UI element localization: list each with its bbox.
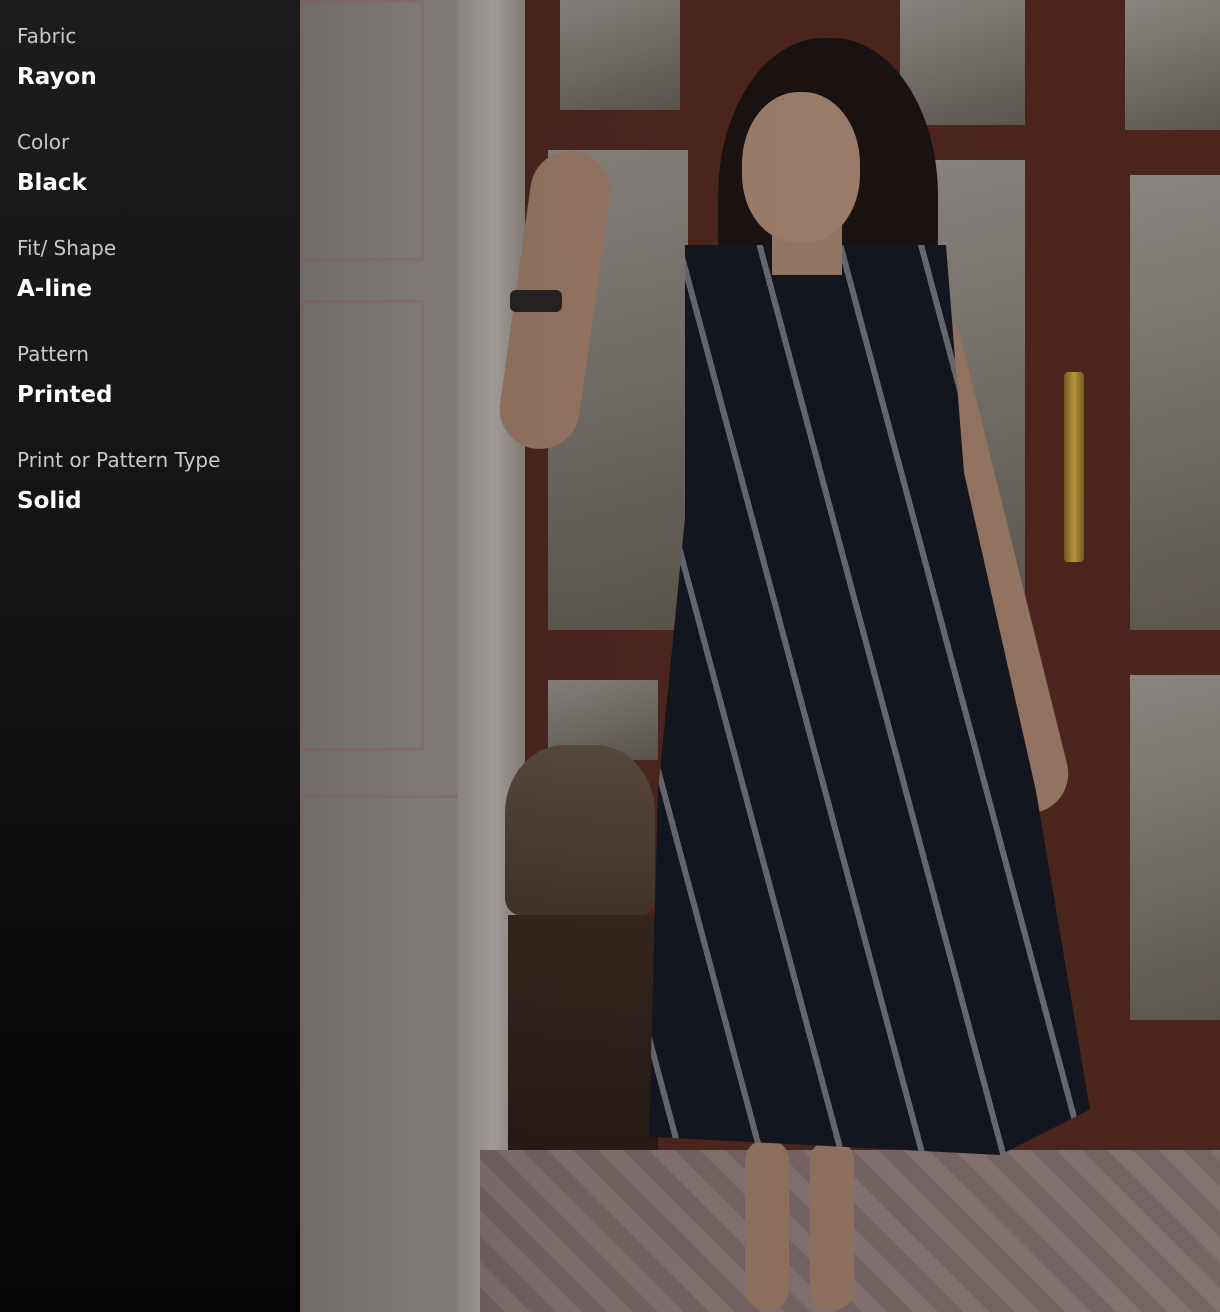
- attribute-fit-shape: Fit/ Shape A-line: [17, 234, 287, 340]
- attribute-label: Pattern: [17, 342, 89, 366]
- attribute-label: Fit/ Shape: [17, 236, 117, 260]
- attribute-value: A-line: [17, 276, 93, 302]
- attribute-value: Printed: [17, 382, 113, 408]
- attribute-label: Color: [17, 130, 70, 154]
- attribute-pattern: Pattern Printed: [17, 340, 287, 446]
- image-dim-overlay: [300, 0, 1220, 1312]
- product-detail-view: Fabric Rayon Color Black Fit/ Shape A-li…: [0, 0, 1220, 1312]
- attribute-value: Solid: [17, 488, 82, 514]
- attribute-fabric: Fabric Rayon: [17, 22, 287, 128]
- attribute-label: Fabric: [17, 24, 77, 48]
- attribute-value: Rayon: [17, 64, 97, 90]
- attribute-color: Color Black: [17, 128, 287, 234]
- attribute-value: Black: [17, 170, 87, 196]
- attribute-print-type: Print or Pattern Type Solid: [17, 446, 287, 552]
- attribute-label: Print or Pattern Type: [17, 448, 221, 472]
- product-attributes-list: Fabric Rayon Color Black Fit/ Shape A-li…: [17, 22, 287, 552]
